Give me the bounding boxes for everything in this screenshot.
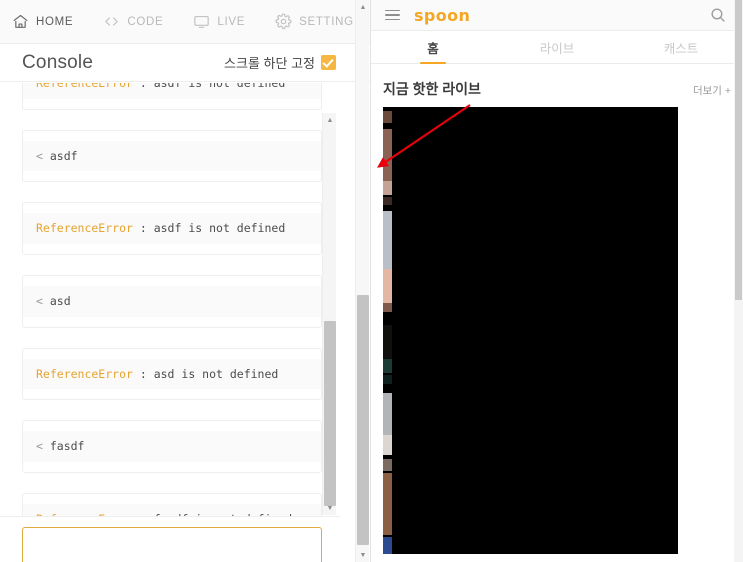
strip-color-band bbox=[383, 375, 392, 384]
prompt-marker: < bbox=[36, 294, 43, 309]
console-entry-input: < asd bbox=[22, 275, 322, 328]
console-entry-text: ReferenceError : asd is not defined bbox=[23, 358, 321, 390]
console-log-inner: ReferenceError : asdf is not defined < a… bbox=[0, 83, 340, 516]
console-entry-input: < fasdf bbox=[22, 420, 322, 474]
console-entry-text: ReferenceError : asdf is not defined bbox=[23, 83, 321, 99]
strip-color-band bbox=[383, 435, 392, 455]
strip-color-band bbox=[383, 473, 392, 535]
console-scrollbar-thumb[interactable] bbox=[324, 321, 336, 506]
error-token: ReferenceError bbox=[36, 366, 133, 381]
nav-item-live[interactable]: LIVE bbox=[193, 13, 259, 30]
nav-label-home: HOME bbox=[36, 15, 74, 28]
console-entry-text: < asdf bbox=[23, 140, 321, 172]
code-brackets-icon bbox=[103, 13, 120, 30]
error-token: ReferenceError bbox=[36, 83, 133, 90]
live-thumbnail-strip bbox=[383, 107, 392, 554]
error-message: : asdf is not defined bbox=[132, 221, 286, 236]
console-title: Console bbox=[22, 51, 94, 73]
preview-content: 지금 핫한 라이브 더보기 + bbox=[371, 64, 743, 562]
console-entry-error: ReferenceError : asdf is not defined bbox=[22, 202, 322, 256]
code-editor-pane: HOME CODE LIVE SETTING Console 스크롤 하단 고정… bbox=[0, 0, 371, 562]
prompt-marker: < bbox=[36, 439, 43, 454]
strip-color-band bbox=[383, 211, 392, 269]
console-command-input[interactable] bbox=[22, 527, 322, 562]
console-entry-text: < asd bbox=[23, 286, 321, 317]
preview-app-header: spoon bbox=[371, 0, 743, 31]
checkbox-checked-icon[interactable] bbox=[321, 55, 336, 70]
editor-page-scrollbar-thumb[interactable] bbox=[357, 295, 369, 545]
strip-color-band bbox=[383, 303, 392, 312]
tab-home[interactable]: 홈 bbox=[371, 31, 495, 63]
tab-live[interactable]: 라이브 bbox=[495, 31, 619, 63]
search-icon[interactable] bbox=[709, 6, 727, 24]
input-echo: asd bbox=[42, 294, 71, 309]
live-media-area[interactable] bbox=[383, 107, 678, 554]
section-header: 지금 핫한 라이브 더보기 + bbox=[383, 64, 731, 107]
live-video-thumbnail[interactable] bbox=[392, 107, 678, 554]
nav-label-setting: SETTING bbox=[299, 15, 354, 28]
preview-page-scrollbar[interactable] bbox=[734, 0, 743, 562]
prompt-marker: < bbox=[36, 148, 43, 163]
console-scrollbar[interactable]: ▲ ▼ bbox=[322, 113, 336, 515]
console-entry-error: ReferenceError : asdf is not defined bbox=[22, 83, 322, 110]
strip-color-band bbox=[383, 269, 392, 303]
nav-item-home[interactable]: HOME bbox=[12, 13, 87, 30]
nav-label-live: LIVE bbox=[217, 15, 246, 28]
console-entry-error: ReferenceError : fasdf is not defined bbox=[22, 493, 322, 516]
monitor-icon bbox=[193, 13, 210, 30]
console-input-area bbox=[0, 516, 340, 562]
nav-item-code[interactable]: CODE bbox=[103, 13, 177, 30]
section-title: 지금 핫한 라이브 bbox=[383, 81, 481, 97]
error-token: ReferenceError bbox=[36, 221, 133, 236]
console-entry-text: ReferenceError : asdf is not defined bbox=[23, 213, 321, 245]
strip-color-band bbox=[383, 129, 392, 181]
console-entry-error: ReferenceError : asd is not defined bbox=[22, 347, 322, 401]
app-root: HOME CODE LIVE SETTING Console 스크롤 하단 고정… bbox=[0, 0, 743, 562]
strip-color-band bbox=[383, 459, 392, 471]
gear-icon bbox=[275, 13, 292, 30]
strip-color-band bbox=[383, 111, 392, 123]
console-entry-input: < asdf bbox=[22, 129, 322, 183]
error-message: : asdf is not defined bbox=[132, 83, 286, 90]
strip-color-band bbox=[383, 393, 392, 435]
page-scroll-up-arrow-icon[interactable]: ▲ bbox=[356, 0, 370, 14]
home-icon bbox=[12, 13, 29, 30]
page-scroll-down-arrow-icon[interactable]: ▼ bbox=[356, 548, 370, 562]
input-echo: fasdf bbox=[42, 439, 85, 454]
editor-page-scrollbar[interactable]: ▲ ▼ bbox=[355, 0, 369, 562]
editor-top-nav: HOME CODE LIVE SETTING bbox=[0, 0, 370, 44]
console-header: Console 스크롤 하단 고정 bbox=[0, 44, 370, 82]
pin-scroll-bottom-toggle[interactable]: 스크롤 하단 고정 bbox=[224, 53, 336, 72]
console-entry-text: ReferenceError : fasdf is not defined bbox=[23, 504, 321, 516]
tab-cast[interactable]: 캐스트 bbox=[619, 31, 743, 63]
preview-page-scrollbar-thumb[interactable] bbox=[735, 0, 742, 300]
preview-pane: spoon 홈 라이브 캐스트 지금 핫한 라이브 더보기 + bbox=[371, 0, 743, 562]
scroll-up-arrow-icon[interactable]: ▲ bbox=[323, 113, 337, 127]
spoon-logo: spoon bbox=[414, 5, 471, 25]
console-entry-text: < fasdf bbox=[23, 431, 321, 463]
strip-color-band bbox=[383, 197, 392, 205]
console-log-list[interactable]: ReferenceError : asdf is not defined < a… bbox=[0, 83, 340, 516]
preview-tab-bar: 홈 라이브 캐스트 bbox=[371, 31, 743, 64]
input-echo: asdf bbox=[42, 148, 78, 163]
nav-item-setting[interactable]: SETTING bbox=[275, 13, 368, 30]
strip-color-band bbox=[383, 181, 392, 195]
hamburger-icon[interactable] bbox=[385, 9, 400, 21]
section-more-link[interactable]: 더보기 + bbox=[693, 83, 731, 98]
scroll-down-arrow-icon[interactable]: ▼ bbox=[323, 501, 337, 515]
pin-scroll-bottom-label: 스크롤 하단 고정 bbox=[224, 56, 315, 71]
strip-color-band bbox=[383, 359, 392, 373]
strip-color-band bbox=[383, 537, 392, 554]
error-message: : asd is not defined bbox=[132, 366, 279, 381]
nav-label-code: CODE bbox=[127, 15, 164, 28]
